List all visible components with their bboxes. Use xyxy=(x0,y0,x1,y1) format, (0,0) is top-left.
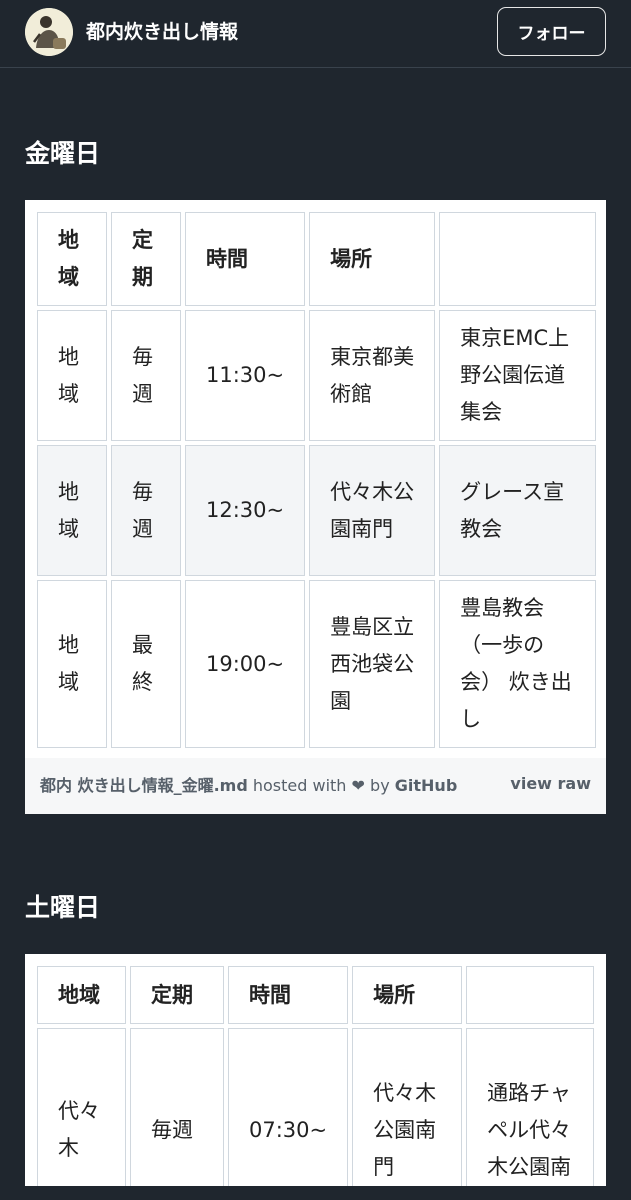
cell-place: 東京都美術館 xyxy=(309,310,436,441)
cell-detail: 豊島教会（一歩の会） 炊き出し xyxy=(439,580,597,748)
header-cell-frequency: 定期 xyxy=(111,212,181,306)
header-cell-time: 時間 xyxy=(228,966,349,1024)
cell-place: 代々木公園南門 xyxy=(309,445,436,576)
cell-place: 豊島区立西池袋公園 xyxy=(309,580,436,748)
table-header-row: 地域 定期 時間 場所 xyxy=(37,212,597,306)
cell-time: 12:30~ xyxy=(185,445,306,576)
cell-area: 地域 xyxy=(37,580,107,748)
follow-button[interactable]: フォロー xyxy=(497,7,606,56)
github-link[interactable]: GitHub xyxy=(395,776,458,795)
gist-footer: 都内 炊き出し情報_金曜.md hosted with ❤ by GitHub … xyxy=(25,758,606,814)
header-cell-frequency: 定期 xyxy=(130,966,224,1024)
cell-time: 07:30~ xyxy=(228,1028,349,1186)
cell-detail: グレース宣教会 xyxy=(439,445,597,576)
table-row: 代々木 毎週 07:30~ 代々木公園南門 通路チャペル代々木公園南 xyxy=(37,1028,595,1186)
cell-frequency: 毎週 xyxy=(111,445,181,576)
gist-meta: 都内 炊き出し情報_金曜.md hosted with ❤ by GitHub xyxy=(40,758,457,814)
by-text: by xyxy=(370,776,390,795)
cell-time: 11:30~ xyxy=(185,310,306,441)
table-row: 地域 毎週 12:30~ 代々木公園南門 グレース宣教会 xyxy=(37,445,597,576)
cell-area: 代々木 xyxy=(37,1028,126,1186)
table-row: 地域 最終 19:00~ 豊島区立西池袋公園 豊島教会（一歩の会） 炊き出し xyxy=(37,580,597,748)
cell-frequency: 最終 xyxy=(111,580,181,748)
table-row: 地域 毎週 11:30~ 東京都美術館 東京EMC上野公園伝道集会 xyxy=(37,310,597,441)
header-cell-time: 時間 xyxy=(185,212,306,306)
header-cell-detail xyxy=(439,212,597,306)
cell-area: 地域 xyxy=(37,310,107,441)
gist-card-saturday: 地域 定期 時間 場所 代々木 毎週 07:30~ 代々木公園南門 通路チャペル… xyxy=(25,954,606,1186)
header-cell-place: 場所 xyxy=(352,966,463,1024)
header-cell-detail xyxy=(466,966,595,1024)
gist-card-friday: 地域 定期 時間 場所 地域 毎週 11:30~ 東京都美術館 東京EMC上野公… xyxy=(25,200,606,814)
cell-frequency: 毎週 xyxy=(130,1028,224,1186)
section-heading-friday: 金曜日 xyxy=(25,139,101,168)
site-title[interactable]: 都内炊き出し情報 xyxy=(86,18,238,46)
gist-filename-link[interactable]: 都内 炊き出し情報_金曜.md xyxy=(40,776,248,795)
table-header-row: 地域 定期 時間 場所 xyxy=(37,966,595,1024)
cell-frequency: 毎週 xyxy=(111,310,181,441)
man-with-bag-illustration-icon xyxy=(25,8,73,56)
section-heading-saturday: 土曜日 xyxy=(25,893,101,922)
cell-area: 地域 xyxy=(37,445,107,576)
view-raw-link[interactable]: view raw xyxy=(510,756,591,812)
cell-detail: 東京EMC上野公園伝道集会 xyxy=(439,310,597,441)
avatar[interactable] xyxy=(25,8,73,56)
schedule-table-friday: 地域 定期 時間 場所 地域 毎週 11:30~ 東京都美術館 東京EMC上野公… xyxy=(33,208,600,752)
hosted-with-text: hosted with xyxy=(252,776,347,795)
cell-place: 代々木公園南門 xyxy=(352,1028,463,1186)
header-cell-place: 場所 xyxy=(309,212,436,306)
heart-icon: ❤ xyxy=(351,776,365,795)
schedule-table-saturday: 地域 定期 時間 場所 代々木 毎週 07:30~ 代々木公園南門 通路チャペル… xyxy=(33,962,598,1186)
cell-detail: 通路チャペル代々木公園南 xyxy=(466,1028,595,1186)
header-cell-area: 地域 xyxy=(37,966,126,1024)
top-bar: 都内炊き出し情報 フォロー xyxy=(0,0,631,68)
header-cell-area: 地域 xyxy=(37,212,107,306)
cell-time: 19:00~ xyxy=(185,580,306,748)
